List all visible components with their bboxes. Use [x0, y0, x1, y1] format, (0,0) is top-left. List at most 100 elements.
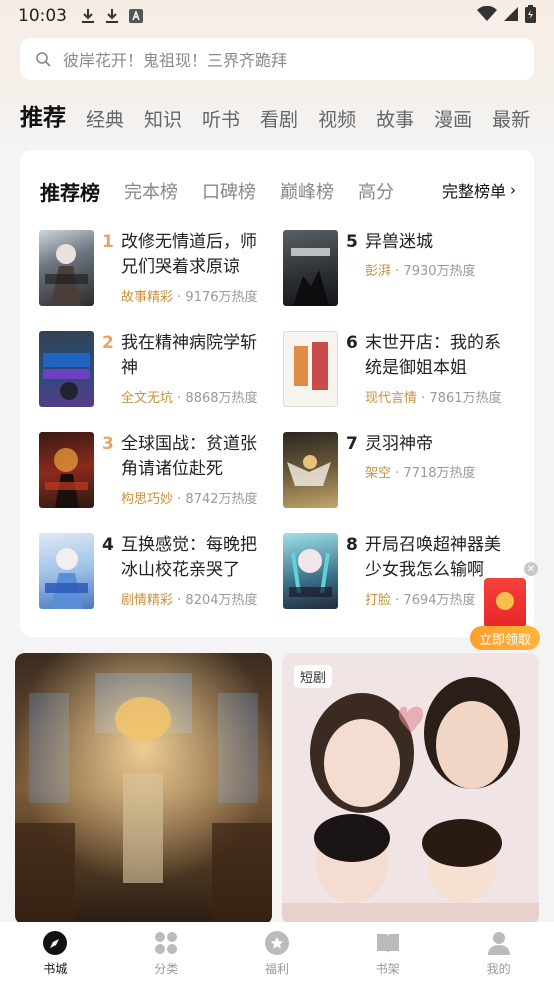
tab-recommend[interactable]: 推荐 [20, 98, 66, 136]
book-heat: 9176万热度 [185, 290, 258, 305]
book-tag: 构思巧妙 [121, 492, 174, 507]
nav-bookshelf[interactable]: 书架 [332, 922, 443, 984]
book-item[interactable]: 4 互换感觉：每晚把冰山校花亲哭了 剧情精彩 · 8204万热度 [39, 533, 279, 613]
full-list-link[interactable]: 完整榜单 › [435, 178, 516, 202]
book-tag: 现代言情 [365, 391, 418, 406]
tab-drama[interactable]: 看剧 [260, 105, 298, 136]
tab-story[interactable]: 故事 [376, 105, 414, 136]
ranking-tab-completed[interactable]: 完本榜 [124, 178, 178, 204]
book-heat: 8742万热度 [185, 492, 258, 507]
book-meta: 剧情精彩 · 8204万热度 [121, 593, 258, 608]
book-heat: 8204万热度 [185, 593, 258, 608]
book-item[interactable]: 5 异兽迷城 彭湃 · 7930万热度 [283, 230, 523, 310]
book-item[interactable]: 1 改修无情道后，师兄们哭着求原谅 故事精彩 · 9176万热度 [39, 230, 279, 310]
tab-classic[interactable]: 经典 [86, 105, 124, 136]
claim-now-button[interactable]: 立即领取 [470, 626, 540, 650]
book-cover [283, 331, 338, 407]
book-item[interactable]: 2 我在精神病院学斩神 全文无坑 · 8868万热度 [39, 331, 279, 411]
nav-category[interactable]: 分类 [111, 922, 222, 984]
book-meta: 全文无坑 · 8868万热度 [121, 391, 258, 406]
rank-number: 1 [102, 232, 114, 252]
book-cover [39, 331, 94, 407]
rank-number: 4 [102, 535, 114, 555]
search-bar[interactable]: 彼岸花开！鬼祖现！三界齐跪拜 [20, 38, 534, 80]
status-time: 10:03 [18, 6, 67, 26]
book-title: 开局召唤超神器美少女我怎么输啊 [365, 535, 501, 580]
bottom-nav: 书城 分类 福利 书架 我的 [0, 922, 554, 984]
book-meta: 构思巧妙 · 8742万热度 [121, 492, 258, 507]
nav-label: 分类 [154, 961, 179, 976]
ranking-tab-recommend[interactable]: 推荐榜 [40, 177, 100, 206]
book-cover [283, 533, 338, 609]
tab-knowledge[interactable]: 知识 [144, 105, 182, 136]
chevron-right-icon: › [510, 181, 516, 199]
compass-icon [43, 930, 68, 955]
nav-welfare[interactable]: 福利 [222, 922, 333, 984]
notification-a-icon [129, 9, 143, 23]
book-heat: 8868万热度 [185, 391, 258, 406]
rank-number: 6 [346, 333, 358, 353]
ranking-tab-reputation[interactable]: 口碑榜 [202, 178, 256, 204]
signal-icon [503, 6, 519, 27]
book-heat: 7694万热度 [403, 593, 476, 608]
book-item[interactable]: 7 灵羽神帝 架空 · 7718万热度 [283, 432, 523, 512]
book-tag: 架空 [365, 466, 392, 481]
book-icon [376, 933, 399, 953]
book-title: 灵羽神帝 [365, 434, 433, 454]
book-meta: 架空 · 7718万热度 [365, 466, 476, 481]
nav-label: 书城 [43, 961, 68, 976]
grid-icon [155, 931, 178, 954]
rank-number: 5 [346, 232, 358, 252]
promo-close-icon[interactable]: ✕ [524, 562, 538, 576]
book-tag: 彭湃 [365, 264, 392, 279]
feed-card-library[interactable] [15, 653, 272, 925]
feed-card-short-drama[interactable]: 短剧 [282, 653, 539, 925]
book-item[interactable]: 6 末世开店：我的系统是御姐本姐 现代言情 · 7861万热度 [283, 331, 523, 411]
nav-label: 我的 [486, 961, 511, 976]
ranking-tab-high-score[interactable]: 高分 [358, 178, 394, 204]
coin-icon [264, 930, 289, 955]
rank-number: 2 [102, 333, 114, 353]
tab-video[interactable]: 视频 [318, 105, 356, 136]
book-cover [39, 533, 94, 609]
category-tabs: 推荐 经典 知识 听书 看剧 视频 故事 漫画 最新 [20, 96, 554, 136]
download-icon [105, 8, 119, 24]
tab-audiobook[interactable]: 听书 [202, 105, 240, 136]
library-image [15, 653, 272, 925]
user-icon [487, 931, 510, 955]
tab-latest[interactable]: 最新 [492, 105, 530, 136]
ranking-card: 推荐榜 完本榜 口碑榜 巅峰榜 高分 完整榜单 › 1 改修无情道后，师兄们哭着… [20, 150, 534, 637]
nav-label: 福利 [264, 961, 289, 976]
book-cover [283, 432, 338, 508]
nav-bookstore[interactable]: 书城 [0, 922, 111, 984]
book-cover [39, 432, 94, 508]
book-heat: 7930万热度 [403, 264, 476, 279]
book-title: 互换感觉：每晚把冰山校花亲哭了 [121, 535, 257, 580]
book-tag: 全文无坑 [121, 391, 174, 406]
wifi-icon [477, 5, 497, 27]
search-placeholder: 彼岸花开！鬼祖现！三界齐跪拜 [63, 51, 288, 70]
book-meta: 现代言情 · 7861万热度 [365, 391, 502, 406]
battery-icon [525, 4, 536, 28]
rank-number: 8 [346, 535, 358, 555]
book-tag: 故事精彩 [121, 290, 174, 305]
ranking-tab-peak[interactable]: 巅峰榜 [280, 178, 334, 204]
book-heat: 7861万热度 [429, 391, 502, 406]
book-title: 全球国战：贫道张角请诸位赴死 [121, 434, 257, 479]
book-item[interactable]: 3 全球国战：贫道张角请诸位赴死 构思巧妙 · 8742万热度 [39, 432, 279, 512]
nav-profile[interactable]: 我的 [443, 922, 554, 984]
short-drama-tag: 短剧 [294, 665, 333, 688]
full-list-label: 完整榜单 [441, 182, 506, 201]
red-packet-icon[interactable] [484, 578, 526, 628]
book-title: 我在精神病院学斩神 [121, 333, 257, 378]
book-tag: 剧情精彩 [121, 593, 174, 608]
book-title: 末世开店：我的系统是御姐本姐 [365, 333, 501, 378]
tab-comic[interactable]: 漫画 [434, 105, 472, 136]
download-icon [81, 8, 95, 24]
book-meta: 故事精彩 · 9176万热度 [121, 290, 258, 305]
book-tag: 打脸 [365, 593, 392, 608]
rank-number: 7 [346, 434, 358, 454]
book-meta: 彭湃 · 7930万热度 [365, 264, 476, 279]
book-title: 异兽迷城 [365, 232, 433, 252]
status-bar: 10:03 [0, 0, 554, 32]
